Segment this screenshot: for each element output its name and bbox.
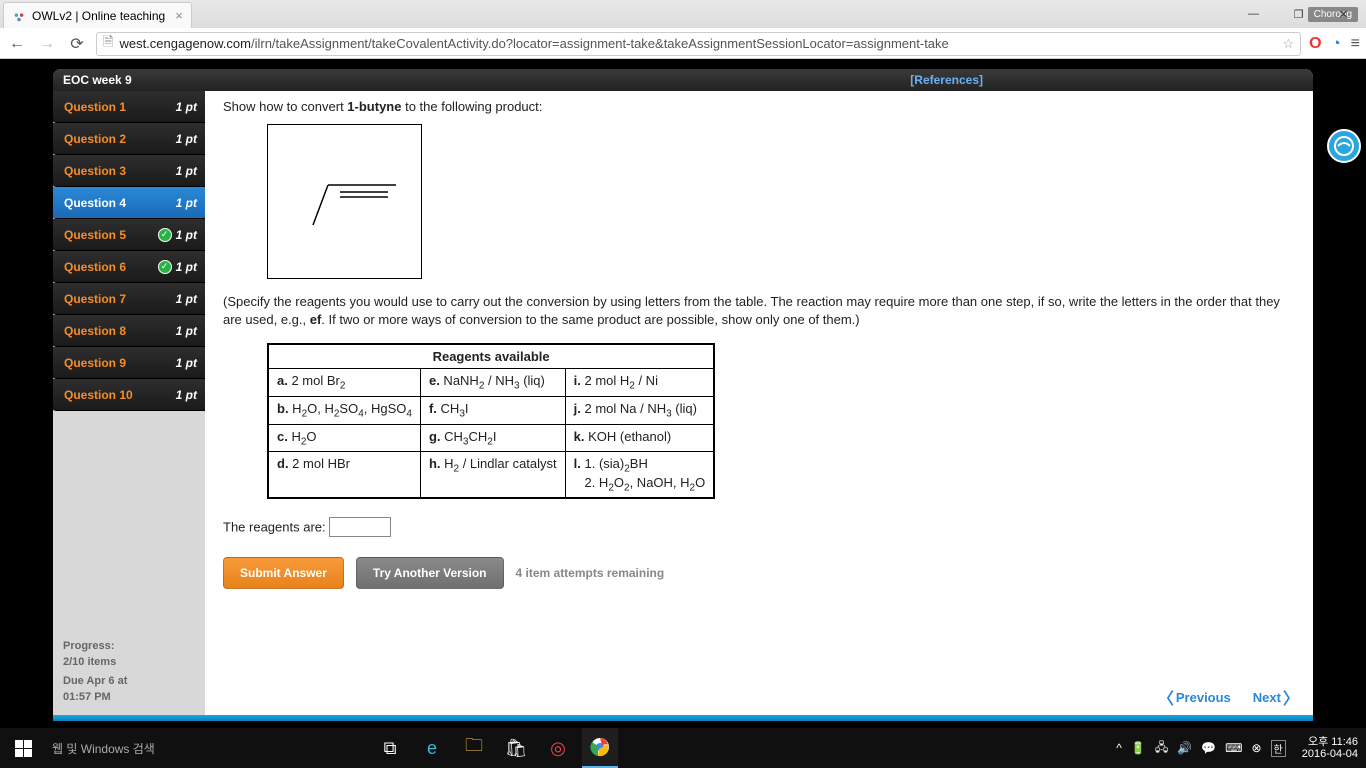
- extension-icon[interactable]: ◔: [1332, 35, 1341, 52]
- references-link[interactable]: [References]: [910, 73, 983, 87]
- windows-taskbar: 웹 및 Windows 검색 ⧉ e 🗀 🛍 ◎ ^ 🔋 🖧 🔊 💬 ⌨ ⊗ 한…: [0, 728, 1366, 768]
- question-content: Show how to convert 1-butyne to the foll…: [205, 91, 1313, 715]
- previous-button[interactable]: 〈Previous: [1158, 685, 1231, 709]
- tab-close-icon[interactable]: ×: [175, 8, 183, 23]
- url-input[interactable]: 🗎 west.cengagenow.com/ilrn/takeAssignmen…: [96, 32, 1301, 56]
- reload-button[interactable]: ⟳: [66, 33, 88, 55]
- app-icon[interactable]: ◎: [540, 728, 576, 768]
- progress-value: 2/10 items: [63, 655, 195, 670]
- answer-row: The reagents are:: [223, 517, 1295, 537]
- close-tray-icon[interactable]: ⊗: [1251, 741, 1261, 755]
- due-label: Due Apr 6 at: [63, 674, 195, 689]
- file-explorer-icon[interactable]: 🗀: [456, 728, 492, 768]
- nav-buttons: 〈Previous Next〉: [1158, 685, 1299, 709]
- answer-label: The reagents are:: [223, 520, 326, 535]
- attempts-remaining: 4 item attempts remaining: [516, 566, 665, 580]
- keyboard-icon[interactable]: ⌨: [1225, 741, 1242, 755]
- browser-chrome: OWLv2 | Online teaching × Chorong — ❐ ✕ …: [0, 0, 1366, 59]
- back-button[interactable]: ←: [6, 33, 28, 55]
- owl-favicon: [12, 9, 26, 23]
- network-icon[interactable]: 🖧: [1155, 738, 1168, 759]
- sidebar-question[interactable]: Question 11 pt: [53, 91, 205, 123]
- sidebar-question[interactable]: Question 21 pt: [53, 123, 205, 155]
- taskbar-clock[interactable]: 오후 11:46 2016-04-04: [1294, 736, 1366, 760]
- menu-icon[interactable]: ≡: [1351, 35, 1360, 53]
- app-header: EOC week 9 [References]: [53, 69, 1313, 91]
- sidebar-question[interactable]: Question 91 pt: [53, 347, 205, 379]
- tab-title: OWLv2 | Online teaching: [32, 9, 165, 23]
- address-bar: ← → ⟳ 🗎 west.cengagenow.com/ilrn/takeAss…: [0, 28, 1366, 59]
- page-viewport: EOC week 9 [References] Question 11 ptQu…: [0, 59, 1366, 728]
- store-icon[interactable]: 🛍: [498, 728, 534, 768]
- owl-app: EOC week 9 [References] Question 11 ptQu…: [53, 69, 1313, 721]
- sidebar-question[interactable]: Question 41 pt: [53, 187, 205, 219]
- sidebar-question[interactable]: Question 6✓1 pt: [53, 251, 205, 283]
- window-controls: — ❐ ✕: [1231, 0, 1366, 28]
- button-row: Submit Answer Try Another Version 4 item…: [223, 557, 1295, 589]
- due-time: 01:57 PM: [63, 690, 195, 705]
- assignment-title: EOC week 9: [63, 73, 132, 87]
- tray-chevron-icon[interactable]: ^: [1116, 741, 1122, 755]
- bookmark-icon[interactable]: ☆: [1282, 36, 1294, 52]
- notification-icon[interactable]: 💬: [1201, 741, 1216, 755]
- start-button[interactable]: [0, 740, 46, 757]
- chrome-icon[interactable]: [582, 728, 618, 768]
- page-icon: 🗎: [103, 33, 113, 55]
- tab-bar: OWLv2 | Online teaching × Chorong — ❐ ✕: [0, 0, 1366, 28]
- browser-tab[interactable]: OWLv2 | Online teaching ×: [3, 2, 192, 28]
- system-tray: ^ 🔋 🖧 🔊 💬 ⌨ ⊗ 한: [1108, 738, 1293, 759]
- reagents-table: Reagents available a. 2 mol Br2 e. NaNH2…: [267, 343, 715, 499]
- task-view-icon[interactable]: ⧉: [372, 728, 408, 768]
- sidebar-question[interactable]: Question 71 pt: [53, 283, 205, 315]
- footer-bar: [53, 715, 1313, 721]
- reagents-input[interactable]: [329, 517, 391, 537]
- next-button[interactable]: Next〉: [1253, 685, 1299, 709]
- battery-icon[interactable]: 🔋: [1131, 741, 1146, 755]
- sidebar-question[interactable]: Question 31 pt: [53, 155, 205, 187]
- progress-label: Progress:: [63, 639, 195, 654]
- opera-icon[interactable]: O: [1309, 35, 1321, 53]
- help-bubble-icon[interactable]: [1327, 129, 1361, 163]
- question-prompt: Show how to convert 1-butyne to the foll…: [223, 99, 1295, 114]
- structure-image: [267, 124, 422, 279]
- table-header: Reagents available: [268, 344, 714, 369]
- try-another-button[interactable]: Try Another Version: [356, 557, 504, 589]
- sidebar-question[interactable]: Question 5✓1 pt: [53, 219, 205, 251]
- submit-button[interactable]: Submit Answer: [223, 557, 344, 589]
- minimize-button[interactable]: —: [1231, 0, 1276, 28]
- ime-icon[interactable]: 한: [1271, 740, 1286, 757]
- taskbar-search[interactable]: 웹 및 Windows 검색: [52, 740, 352, 757]
- maximize-button[interactable]: ❐: [1276, 0, 1321, 28]
- close-button[interactable]: ✕: [1321, 0, 1366, 28]
- edge-icon[interactable]: e: [414, 728, 450, 768]
- question-sidebar: Question 11 ptQuestion 21 ptQuestion 31 …: [53, 91, 205, 715]
- volume-icon[interactable]: 🔊: [1177, 741, 1192, 755]
- progress-block: Progress: 2/10 items Due Apr 6 at 01:57 …: [53, 629, 205, 715]
- forward-button[interactable]: →: [36, 33, 58, 55]
- reagent-instructions: (Specify the reagents you would use to c…: [223, 293, 1295, 329]
- sidebar-question[interactable]: Question 81 pt: [53, 315, 205, 347]
- sidebar-question[interactable]: Question 101 pt: [53, 379, 205, 411]
